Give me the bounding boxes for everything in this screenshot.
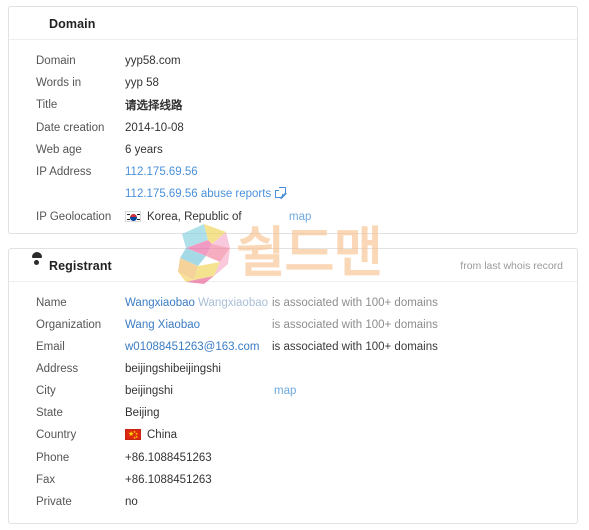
associated-domains-note: is associated with 100+ domains: [272, 297, 438, 309]
flag-china-icon: ★ ★ ★ ★ ★: [125, 429, 141, 440]
flag-korea-icon: [125, 211, 141, 222]
row-value: no: [125, 496, 138, 508]
row-value-title: 请选择线路: [125, 98, 183, 112]
domain-card-header: Domain: [9, 7, 577, 40]
map-link-geolocation[interactable]: map: [289, 206, 311, 229]
table-row: Title 请选择线路: [9, 94, 577, 117]
row-label: Web age: [36, 144, 82, 156]
row-label: Date creation: [36, 122, 105, 134]
abuse-reports-cell: 112.175.69.56 abuse reports: [125, 183, 287, 206]
registrant-name-link[interactable]: Wangxiaobao: [125, 297, 195, 309]
table-row: Email w01088451263@163.com is associated…: [9, 336, 577, 358]
table-row: Date creation 2014-10-08: [9, 117, 577, 139]
table-row: Name Wangxiaobao Wangxiaobao is associat…: [9, 292, 577, 314]
table-row: Country ★ ★ ★ ★ ★ China: [9, 424, 577, 447]
row-label: Country: [36, 429, 77, 441]
table-row: Phone +86.1088451263: [9, 447, 577, 469]
domain-card-title: Domain: [49, 17, 96, 31]
table-row: Organization Wang Xiaobao is associated …: [9, 314, 577, 336]
map-link-city[interactable]: map: [274, 380, 296, 402]
domain-rows: Domain yyp58.com Words in yyp 58 Title 请…: [9, 40, 577, 229]
row-label: IP Geolocation: [36, 211, 112, 223]
row-label: Phone: [36, 452, 70, 464]
whois-report-page: Domain Domain yyp58.com Words in yyp 58 …: [0, 0, 589, 530]
table-row: IP Geolocation Korea, Republic of map: [9, 206, 577, 229]
table-row: Words in yyp 58: [9, 72, 577, 94]
row-label: Fax: [36, 474, 56, 486]
row-label: Organization: [36, 319, 102, 331]
registrant-card-header: Registrant from last whois record: [9, 249, 577, 282]
associated-domains-note: is associated with 100+ domains: [272, 319, 438, 331]
registrant-name-secondary: Wangxiaobao: [198, 297, 269, 309]
table-row: Private no: [9, 491, 577, 513]
row-label: City: [36, 385, 56, 397]
row-label: Email: [36, 341, 65, 353]
person-icon: [30, 252, 43, 272]
row-value: 6 years: [125, 144, 163, 156]
row-value: beijingshi: [125, 385, 173, 397]
associated-domains-note: is associated with 100+ domains: [272, 341, 438, 353]
ip-address-link[interactable]: 112.175.69.56: [125, 161, 198, 183]
row-value: +86.1088451263: [125, 474, 212, 486]
registrant-rows: Name Wangxiaobao Wangxiaobao is associat…: [9, 282, 577, 513]
row-label: Address: [36, 363, 79, 375]
row-value: Beijing: [125, 407, 160, 419]
registrant-card-title: Registrant: [49, 259, 112, 273]
row-value: yyp 58: [125, 77, 159, 89]
table-row: 112.175.69.56 abuse reports: [9, 183, 577, 206]
registrant-card: Registrant from last whois record Name W…: [8, 248, 578, 524]
table-row: Web age 6 years: [9, 139, 577, 161]
row-label: Words in: [36, 77, 82, 89]
registrant-email-link[interactable]: w01088451263@163.com: [125, 336, 259, 358]
table-row: Domain yyp58.com: [9, 50, 577, 72]
row-label: Title: [36, 99, 58, 111]
row-label: Private: [36, 496, 72, 508]
row-label: Domain: [36, 55, 76, 67]
country-value: China: [147, 429, 178, 441]
row-value: +86.1088451263: [125, 452, 212, 464]
registrant-name-cell: Wangxiaobao Wangxiaobao: [125, 292, 268, 314]
row-label: Name: [36, 297, 67, 309]
table-row: City beijingshi map: [9, 380, 577, 402]
geolocation-value: Korea, Republic of: [147, 211, 242, 223]
row-value: yyp58.com: [125, 55, 181, 67]
globe-icon: [30, 17, 43, 30]
table-row: Address beijingshibeijingshi: [9, 358, 577, 380]
row-label: IP Address: [36, 166, 92, 178]
table-row: State Beijing: [9, 402, 577, 424]
table-row: Fax +86.1088451263: [9, 469, 577, 491]
row-value: 2014-10-08: [125, 122, 184, 134]
abuse-reports-link[interactable]: 112.175.69.56 abuse reports: [125, 188, 271, 200]
row-label: State: [36, 407, 63, 419]
registrant-organization-link[interactable]: Wang Xiaobao: [125, 314, 200, 336]
row-value: beijingshibeijingshi: [125, 363, 221, 375]
table-row: IP Address 112.175.69.56: [9, 161, 577, 183]
domain-card: Domain Domain yyp58.com Words in yyp 58 …: [8, 6, 578, 234]
whois-source-note: from last whois record: [460, 260, 563, 272]
external-link-icon: [275, 187, 287, 198]
